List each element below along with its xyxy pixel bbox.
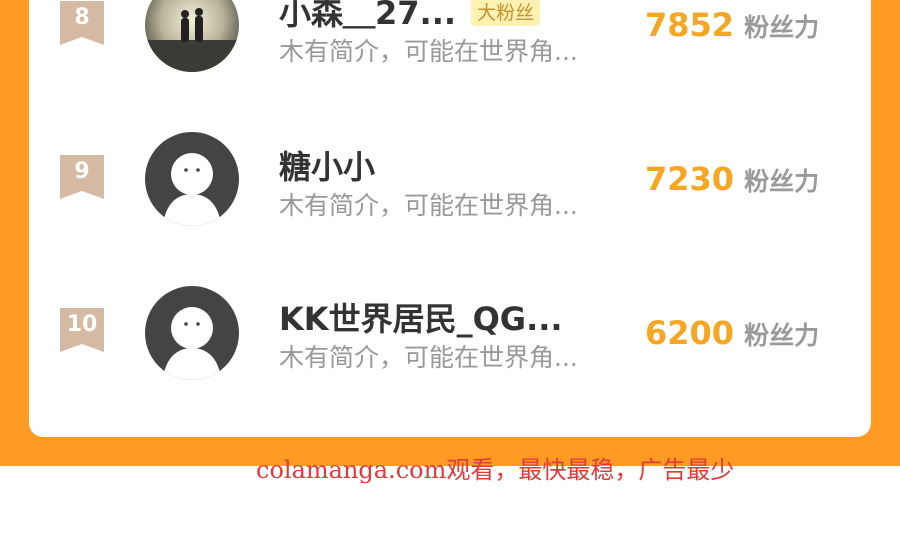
score-unit: 粉丝力 <box>744 167 820 196</box>
fan-score: 6200 粉丝力 <box>645 314 819 352</box>
name-line: KK世界居民_QG... <box>279 294 563 338</box>
name-line: 小森＿27... 大粉丝 <box>279 0 541 32</box>
score-value: 7230 <box>645 160 735 198</box>
ranking-row[interactable]: 10 KK世界居民_QG... 木有简介，可能在世界角... 6200 粉丝力 <box>29 276 871 386</box>
default-avatar-icon <box>145 132 239 226</box>
user-avatar[interactable] <box>145 0 239 72</box>
fan-score: 7230 粉丝力 <box>645 160 819 198</box>
user-avatar[interactable] <box>145 286 239 380</box>
score-value: 6200 <box>645 314 735 352</box>
rank-number: 8 <box>74 5 90 30</box>
user-bio: 木有简介，可能在世界角... <box>279 191 578 220</box>
rank-badge: 8 <box>60 1 104 45</box>
default-avatar-icon <box>145 286 239 380</box>
ranking-row[interactable]: 9 糖小小 木有简介，可能在世界角... 7230 粉丝力 <box>29 124 871 234</box>
ranking-row[interactable]: 8 小森＿27... 大粉丝 木有简介，可能在世界角... 7852 粉丝力 <box>29 0 871 80</box>
rank-number: 10 <box>66 312 98 337</box>
photo-avatar-icon <box>145 0 239 72</box>
rank-badge: 10 <box>60 308 104 352</box>
user-avatar[interactable] <box>145 132 239 226</box>
big-fan-badge: 大粉丝 <box>471 0 541 26</box>
score-value: 7852 <box>645 6 735 44</box>
site-watermark: colamanga.com观看，最快最稳，广告最少 <box>256 456 735 484</box>
score-unit: 粉丝力 <box>744 13 820 42</box>
fan-score: 7852 粉丝力 <box>645 6 819 44</box>
user-name[interactable]: KK世界居民_QG... <box>279 294 563 340</box>
score-unit: 粉丝力 <box>744 321 820 350</box>
user-bio: 木有简介，可能在世界角... <box>279 37 578 66</box>
name-line: 糖小小 <box>279 142 375 186</box>
rank-number: 9 <box>74 159 90 184</box>
user-name[interactable]: 糖小小 <box>279 142 375 188</box>
user-bio: 木有简介，可能在世界角... <box>279 343 578 372</box>
user-name[interactable]: 小森＿27... <box>279 0 456 34</box>
rank-badge: 9 <box>60 155 104 199</box>
fan-ranking-card: 8 小森＿27... 大粉丝 木有简介，可能在世界角... 7852 粉丝力 9… <box>29 0 871 437</box>
